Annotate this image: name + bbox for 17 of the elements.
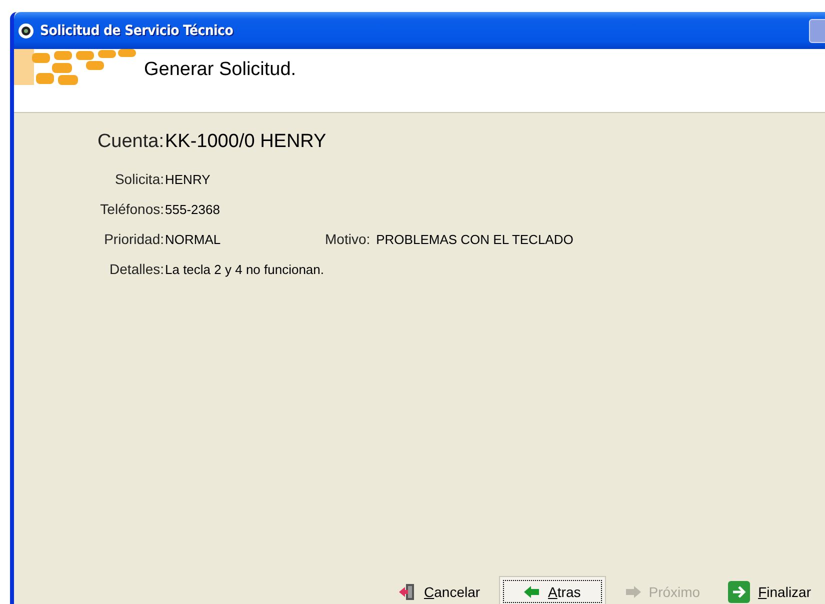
field-value: 555-2368 bbox=[164, 202, 220, 217]
field-value: NORMAL bbox=[164, 232, 222, 247]
field-value: La tecla 2 y 4 no funcionan. bbox=[164, 262, 324, 277]
field-label: Motivo: bbox=[325, 231, 370, 247]
field-value: KK-1000/0 HENRY bbox=[164, 131, 328, 153]
window-title: Solicitud de Servicio Técnico bbox=[40, 22, 234, 38]
field-label: Solicita: bbox=[114, 171, 164, 187]
field-label: Prioridad: bbox=[103, 231, 164, 247]
field-value: PROBLEMAS CON EL TECLADO bbox=[375, 232, 574, 247]
cancel-button[interactable]: Cancelar bbox=[389, 576, 490, 604]
finish-button[interactable]: Finalizar bbox=[719, 576, 820, 604]
field-label: Cuenta: bbox=[96, 131, 164, 153]
field-value: HENRY bbox=[164, 172, 210, 187]
header-title: Generar Solicitud. bbox=[144, 59, 296, 81]
field-label: Detalles: bbox=[108, 261, 164, 277]
field-label: Teléfonos: bbox=[99, 201, 164, 217]
back-button[interactable]: Atras bbox=[499, 576, 606, 604]
